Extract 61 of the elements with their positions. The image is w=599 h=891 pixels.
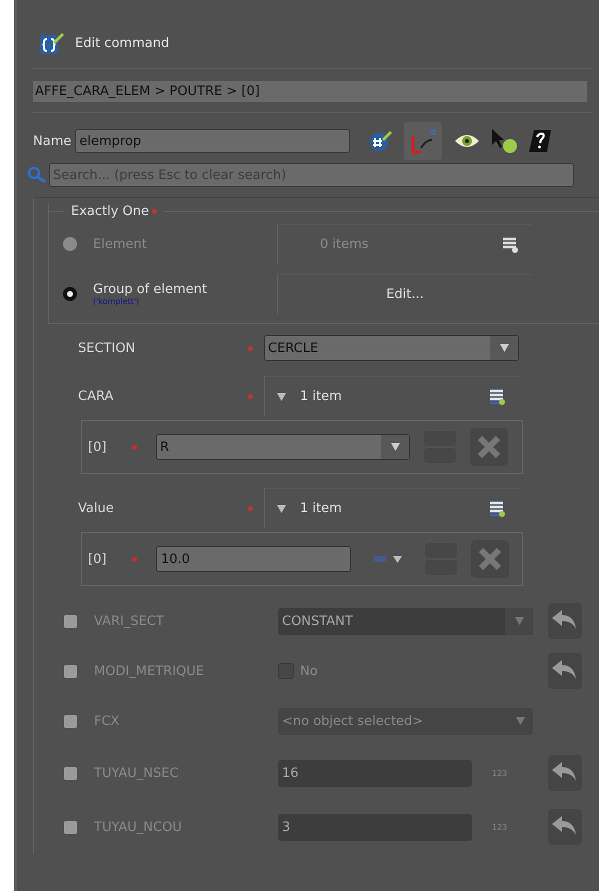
collapse-arrow-icon[interactable] bbox=[277, 504, 286, 512]
number-field[interactable]: 3 bbox=[278, 814, 472, 840]
dropdown[interactable]: <no object selected> bbox=[278, 708, 533, 734]
undo-icon[interactable] bbox=[548, 653, 582, 689]
item-index: [0] bbox=[88, 440, 108, 454]
number-field[interactable]: 16 bbox=[278, 760, 472, 786]
number-hint: 123 bbox=[492, 768, 508, 778]
items-count: 1 item bbox=[300, 501, 342, 516]
breadcrumb-bar: AFFE_CARA_ELEM > POUTRE > [0] bbox=[33, 81, 587, 102]
edit-button[interactable]: Edit... bbox=[277, 274, 532, 314]
undo-icon[interactable] bbox=[548, 603, 582, 639]
item-list-field[interactable]: 1 item bbox=[264, 376, 519, 416]
items-count: 1 item bbox=[300, 389, 342, 404]
hash-pencil-icon[interactable] bbox=[368, 129, 394, 153]
field-label: FCX bbox=[94, 714, 120, 728]
list-add-icon[interactable] bbox=[502, 236, 518, 252]
group-title: Exactly One bbox=[71, 204, 150, 219]
option-label: Group of element bbox=[93, 282, 208, 297]
name-field[interactable]: elemprop bbox=[75, 129, 350, 153]
option-label: Element bbox=[93, 236, 148, 252]
value-field[interactable]: 10.0 bbox=[156, 546, 351, 572]
checkbox-label: No bbox=[300, 664, 318, 678]
field-label: VARI_SECT bbox=[94, 614, 165, 628]
caret-icon bbox=[390, 443, 400, 451]
help-book-icon[interactable] bbox=[528, 129, 552, 153]
option-note: ('komplett') bbox=[93, 297, 140, 306]
field-label: Value bbox=[78, 500, 115, 516]
checkbox[interactable] bbox=[64, 664, 77, 678]
field-label: TUYAU_NCOU bbox=[94, 820, 183, 834]
value-dropdown[interactable]: R bbox=[156, 434, 410, 460]
checkbox[interactable] bbox=[64, 820, 77, 834]
pointer-help-icon[interactable] bbox=[490, 128, 518, 154]
checkbox[interactable] bbox=[64, 614, 77, 628]
radio-button[interactable] bbox=[63, 287, 77, 301]
caret-icon bbox=[514, 617, 524, 625]
window-title: Edit command bbox=[75, 36, 170, 50]
item-list-field[interactable]: 1 item bbox=[264, 488, 519, 528]
dropdown[interactable]: CONSTANT bbox=[278, 608, 533, 634]
list-add-icon[interactable] bbox=[489, 500, 505, 516]
section-dropdown[interactable]: CERCLE bbox=[264, 335, 519, 361]
braces-pencil-icon bbox=[39, 30, 65, 56]
search-icon bbox=[27, 166, 47, 184]
list-add-icon[interactable] bbox=[489, 388, 505, 404]
undo-icon[interactable] bbox=[548, 755, 582, 791]
caret-icon bbox=[500, 344, 508, 352]
name-label: Name bbox=[33, 134, 72, 148]
field-label: TUYAU_NSEC bbox=[94, 766, 180, 780]
field-label: MODI_METRIQUE bbox=[94, 664, 205, 678]
items-count: 0 items bbox=[320, 237, 370, 252]
caret-icon bbox=[516, 716, 524, 724]
checkbox[interactable] bbox=[64, 766, 77, 780]
item-index: [0] bbox=[88, 552, 108, 566]
checkbox[interactable] bbox=[64, 714, 77, 728]
field-label: CARA bbox=[78, 388, 114, 404]
close-icon[interactable] bbox=[471, 540, 509, 578]
unit-dropdown-icon[interactable] bbox=[371, 553, 405, 565]
field-label: SECTION bbox=[78, 340, 136, 356]
close-icon[interactable] bbox=[470, 428, 508, 466]
number-hint: 123 bbox=[492, 822, 508, 832]
undo-icon[interactable] bbox=[548, 809, 582, 845]
collapse-arrow-icon[interactable] bbox=[277, 392, 286, 400]
